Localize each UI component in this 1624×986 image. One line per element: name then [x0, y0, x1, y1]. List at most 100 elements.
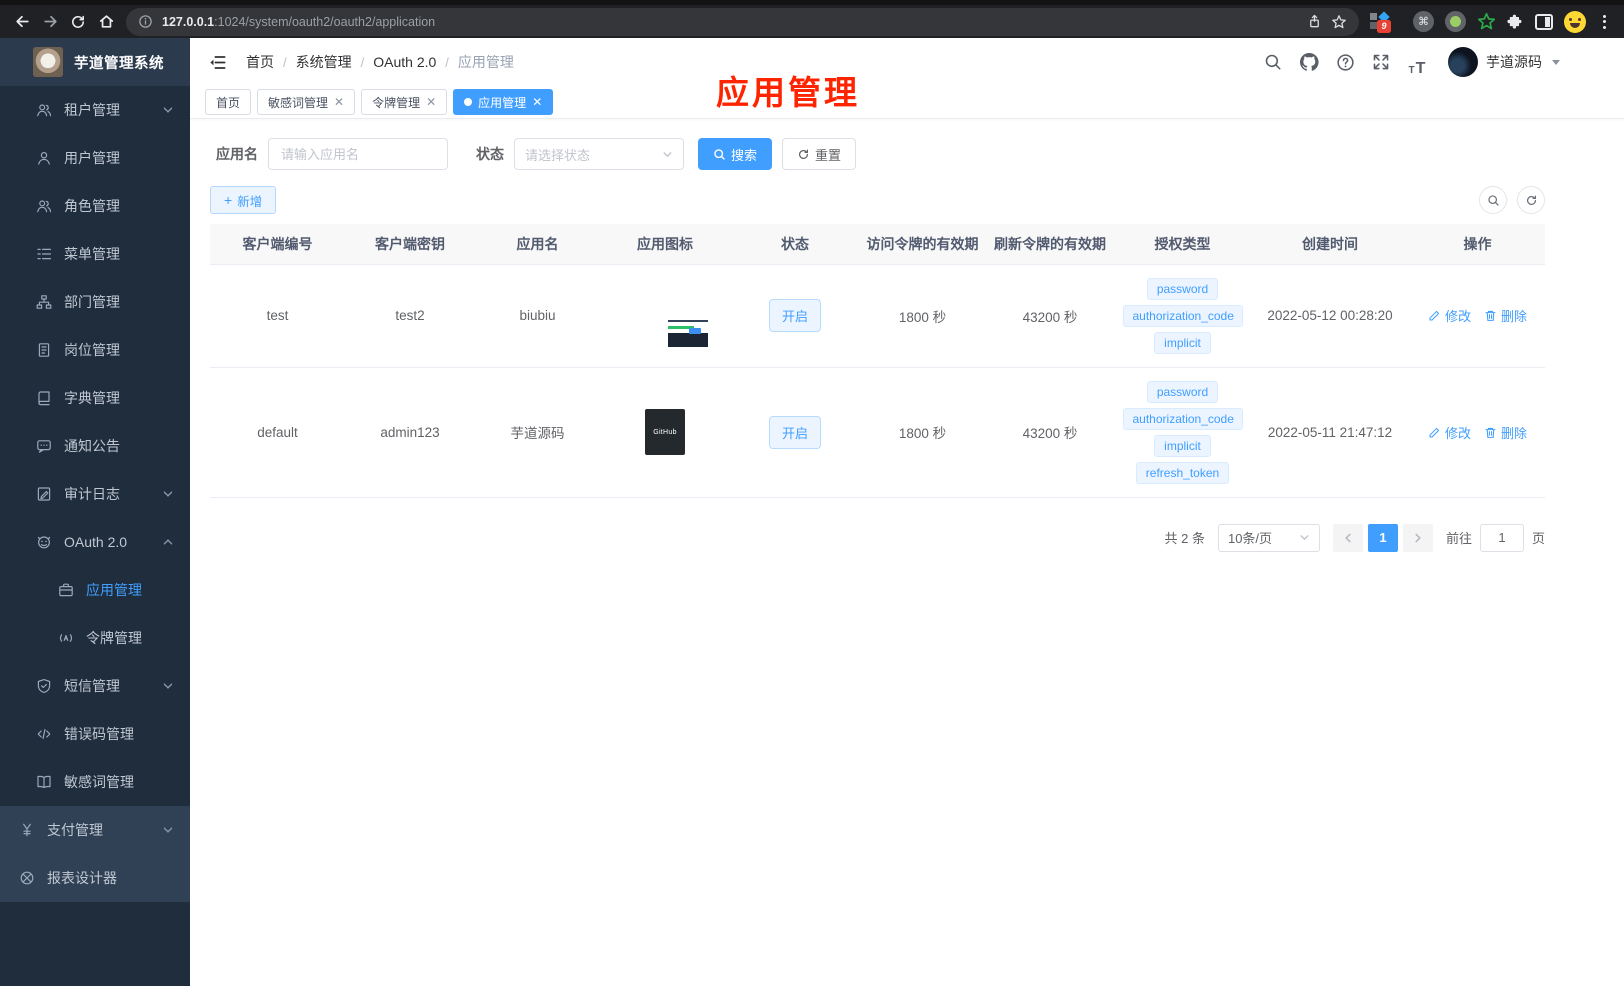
tab-application[interactable]: 应用管理 ✕	[453, 89, 554, 115]
sidebar-item-sms[interactable]: 短信管理	[0, 662, 190, 710]
browser-back-button[interactable]	[8, 8, 36, 36]
briefcase-icon	[59, 583, 73, 597]
app-logo[interactable]: 芋道管理系统	[0, 38, 190, 86]
prev-page-button[interactable]	[1332, 523, 1363, 552]
table-header-row: 客户端编号 客户端密钥 应用名 应用图标 状态 访问令牌的有效期 刷新令牌的有效…	[210, 224, 1545, 265]
sidebar-item-error-code[interactable]: 错误码管理	[0, 710, 190, 758]
org-tree-icon	[36, 295, 52, 309]
sidebar-item-role[interactable]: 角色管理	[0, 182, 190, 230]
fullscreen-icon[interactable]	[1366, 47, 1396, 77]
col-client-id: 客户端编号	[210, 224, 345, 265]
sidebar-item-oauth2-token[interactable]: 令牌管理	[0, 614, 190, 662]
sidebar-item-post[interactable]: 岗位管理	[0, 326, 190, 374]
sidebar: 芋道管理系统 租户管理 用户管理 角色管理 菜单管理 部门管理 岗位管理 字典管…	[0, 38, 190, 986]
tab-token[interactable]: 令牌管理 ✕	[361, 89, 448, 115]
search-icon	[714, 148, 725, 160]
message-icon	[37, 440, 51, 453]
bookmark-star-icon[interactable]	[1331, 14, 1347, 30]
sidebar-item-oauth2[interactable]: OAuth 2.0	[0, 518, 190, 566]
address-bar[interactable]: 127.0.0.1:1024/system/oauth2/oauth2/appl…	[126, 7, 1359, 36]
edit-pencil-icon	[1429, 310, 1440, 321]
shield-check-icon	[37, 679, 51, 693]
status-select[interactable]: 请选择状态	[514, 138, 684, 170]
grant-type-tag: password	[1146, 277, 1219, 300]
sidebar-collapse-icon[interactable]	[204, 49, 230, 75]
plus-icon: +	[224, 192, 233, 208]
sidebar-item-oauth2-application[interactable]: 应用管理	[0, 566, 190, 614]
browser-refresh-button[interactable]	[64, 8, 92, 36]
search-toggle-icon[interactable]	[1479, 186, 1507, 214]
delete-button[interactable]: 删除	[1484, 423, 1527, 442]
report-wheel-icon	[20, 871, 34, 885]
breadcrumb-home[interactable]: 首页	[246, 52, 274, 72]
sidebar-item-report-designer[interactable]: 报表设计器	[0, 854, 190, 902]
book-open-icon	[37, 775, 51, 789]
sidebar-item-tenant[interactable]: 租户管理	[0, 86, 190, 134]
sidebar-item-menu[interactable]: 菜单管理	[0, 230, 190, 278]
close-icon[interactable]: ✕	[426, 96, 436, 108]
breadcrumb: 首页 / 系统管理 / OAuth 2.0 / 应用管理	[246, 52, 514, 72]
refresh-table-icon[interactable]	[1517, 186, 1545, 214]
page-size-select[interactable]: 10条/页	[1217, 523, 1320, 552]
breadcrumb-current: 应用管理	[457, 54, 514, 70]
delete-button[interactable]: 删除	[1484, 306, 1527, 325]
sidebar-item-pay[interactable]: 支付管理	[0, 806, 190, 854]
total-count: 共 2 条	[1164, 531, 1205, 546]
current-page-button[interactable]: 1	[1367, 523, 1398, 552]
close-icon[interactable]: ✕	[532, 96, 542, 108]
user-menu[interactable]: 芋道源码	[1448, 47, 1560, 77]
col-app-icon: 应用图标	[600, 224, 730, 265]
profile-emoji-icon[interactable]	[1564, 10, 1586, 33]
share-icon[interactable]	[1307, 14, 1322, 29]
col-refresh-validity: 刷新令牌的有效期	[985, 224, 1115, 265]
github-icon[interactable]	[1294, 47, 1324, 77]
breadcrumb-oauth2[interactable]: OAuth 2.0	[373, 54, 436, 70]
chevron-down-icon	[163, 827, 173, 833]
browser-menu-dots-icon[interactable]	[1597, 14, 1612, 29]
sidebar-item-user[interactable]: 用户管理	[0, 134, 190, 182]
user-name: 芋道源码	[1486, 54, 1542, 70]
browser-forward-button[interactable]	[36, 8, 64, 36]
sidebar-item-audit-log[interactable]: 审计日志	[0, 470, 190, 518]
tab-home[interactable]: 首页	[205, 89, 252, 115]
goto-page-input[interactable]	[1479, 523, 1524, 552]
next-page-button[interactable]	[1402, 523, 1433, 552]
side-panel-icon[interactable]	[1535, 13, 1553, 30]
app-name-input[interactable]	[268, 138, 448, 170]
id-badge-icon	[38, 343, 50, 357]
reset-button[interactable]: 重置	[782, 138, 857, 170]
sidebar-item-dept[interactable]: 部门管理	[0, 278, 190, 326]
sidebar-item-notice[interactable]: 通知公告	[0, 422, 190, 470]
extensions-grid-icon[interactable]: 9	[1369, 10, 1391, 33]
grant-type-tag: refresh_token	[1135, 461, 1230, 484]
menu-tree-icon	[37, 248, 52, 260]
url-text: 127.0.0.1:1024/system/oauth2/oauth2/appl…	[162, 14, 436, 29]
puzzle-icon[interactable]	[1507, 13, 1524, 30]
status-badge: 开启	[768, 415, 821, 449]
add-button[interactable]: + 新增	[210, 186, 277, 214]
breadcrumb-system[interactable]: 系统管理	[296, 52, 352, 72]
app-name-label: 应用名	[216, 146, 258, 162]
chevron-down-icon	[1300, 535, 1309, 541]
edit-button[interactable]: 修改	[1428, 423, 1471, 442]
status-label: 状态	[476, 146, 504, 162]
close-icon[interactable]: ✕	[334, 96, 344, 108]
command-circle-icon[interactable]: ⌘	[1413, 11, 1434, 32]
browser-home-button[interactable]	[92, 8, 120, 36]
help-icon[interactable]	[1330, 47, 1360, 77]
sidebar-item-dict[interactable]: 字典管理	[0, 374, 190, 422]
extension-bar: 9 ⌘	[1369, 10, 1616, 33]
green-star-icon[interactable]	[1477, 12, 1496, 31]
app-title: 芋道管理系统	[74, 55, 164, 72]
user-icon	[38, 151, 50, 165]
font-size-icon[interactable]: TT	[1402, 47, 1432, 77]
search-icon[interactable]	[1258, 47, 1288, 77]
search-button[interactable]: 搜索	[698, 138, 773, 170]
tab-sensitive-word[interactable]: 敏感词管理 ✕	[257, 89, 356, 115]
pagination: 共 2 条 10条/页 1 前往 页	[210, 523, 1545, 552]
sidebar-item-sensitive-word[interactable]: 敏感词管理	[0, 758, 190, 806]
edit-button[interactable]: 修改	[1428, 306, 1471, 325]
green-dot-circle-icon[interactable]	[1445, 11, 1466, 32]
site-info-icon[interactable]	[138, 14, 153, 29]
refresh-icon	[799, 149, 809, 159]
